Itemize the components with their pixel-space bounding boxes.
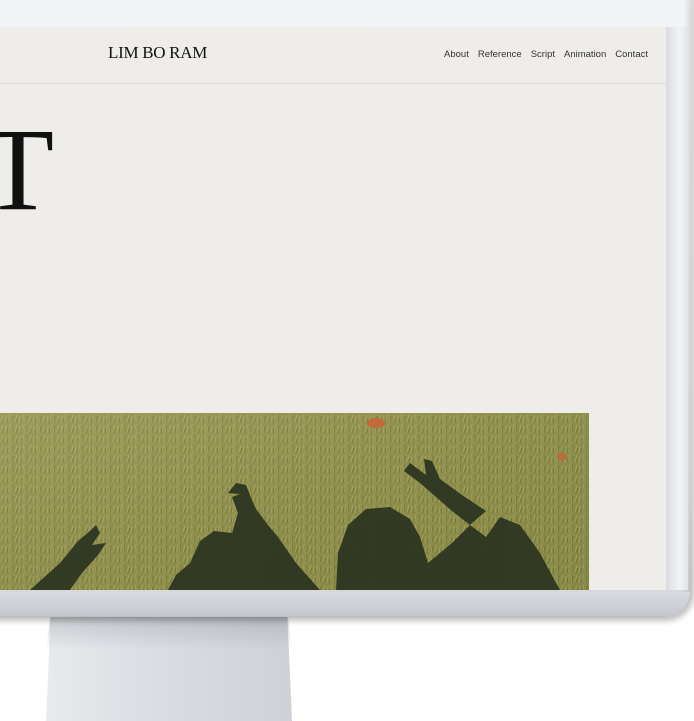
monitor-chin bbox=[0, 592, 690, 616]
site-logo[interactable]: LIM BO RAM bbox=[108, 43, 207, 63]
hero-photo bbox=[0, 413, 589, 590]
grass-shadows-photo-icon bbox=[0, 413, 589, 590]
nav-link-contact[interactable]: Contact bbox=[615, 49, 648, 60]
main-nav: About Reference Script Animation Contact bbox=[444, 49, 648, 60]
hero-headline: T bbox=[0, 104, 55, 235]
device-mockup: LIM BO RAM About Reference Script Animat… bbox=[0, 0, 694, 721]
nav-link-reference[interactable]: Reference bbox=[478, 49, 522, 60]
nav-link-animation[interactable]: Animation bbox=[564, 49, 606, 60]
monitor-edge-gloss bbox=[666, 27, 688, 590]
website-screen: LIM BO RAM About Reference Script Animat… bbox=[0, 27, 666, 590]
nav-link-script[interactable]: Script bbox=[531, 49, 555, 60]
site-header: LIM BO RAM About Reference Script Animat… bbox=[0, 27, 666, 84]
nav-link-about[interactable]: About bbox=[444, 49, 469, 60]
